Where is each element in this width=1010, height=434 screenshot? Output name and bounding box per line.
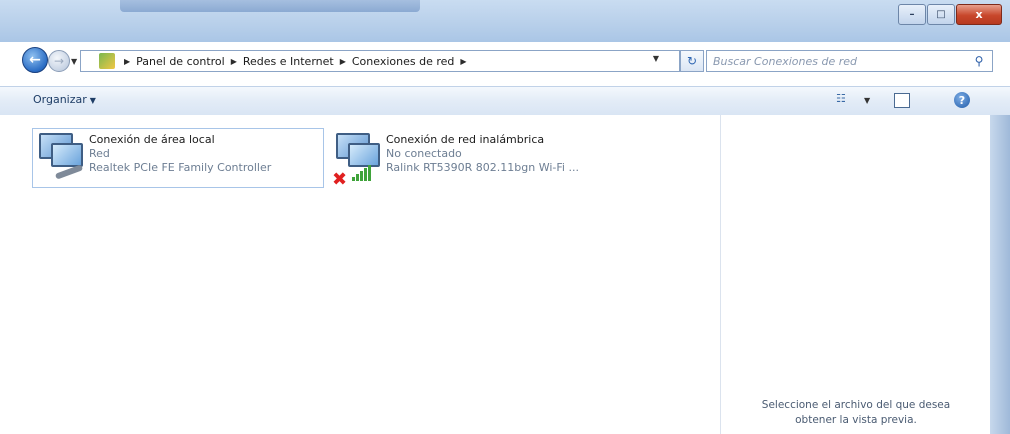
close-button[interactable]: x [956,4,1002,25]
address-dropdown[interactable]: ▼ [653,54,659,63]
title-bar: – □ x [0,0,1010,42]
address-bar[interactable]: ▶ Panel de control ▶ Redes e Internet ▶ … [80,50,680,72]
forward-button[interactable]: → [48,50,70,72]
breadcrumb: ▶ Panel de control ▶ Redes e Internet ▶ … [118,55,473,68]
connection-device: Realtek PCIe FE Family Controller [89,161,272,174]
navigation-row: ← → ▼ ▶ Panel de control ▶ Redes e Inter… [0,42,1010,73]
command-bar: Organizar ▼ ☷ ▼ ? [0,86,1010,116]
change-view-button[interactable]: ☷ [836,92,862,109]
wired-network-icon [33,129,89,185]
list-item[interactable]: Conexión de área local Red Realtek PCIe … [32,128,324,188]
forward-arrow-icon: → [53,54,65,68]
wireless-network-icon: ✖ [330,129,386,190]
recent-pages-dropdown[interactable]: ▼ [71,57,77,66]
breadcrumb-network-internet[interactable]: Redes e Internet [243,55,334,68]
chevron-right-icon[interactable]: ▶ [231,57,237,66]
chevron-right-icon[interactable]: ▶ [460,57,466,66]
maximize-button[interactable]: □ [927,4,955,25]
organize-label: Organizar [33,93,87,106]
search-input[interactable]: Buscar Conexiones de red ⚲ [706,50,993,72]
window-border [990,115,1010,434]
caption-buttons: – □ x [897,4,1002,25]
connection-status: Red [89,147,110,160]
preview-pane-button[interactable] [894,93,910,108]
minimize-icon: – [909,9,915,20]
preview-pane: Seleccione el archivo del que desea obte… [720,115,991,434]
refresh-icon: ↻ [686,54,698,68]
chevron-down-icon: ▼ [89,96,96,105]
breadcrumb-control-panel[interactable]: Panel de control [136,55,225,68]
chevron-right-icon[interactable]: ▶ [340,57,346,66]
connection-status: No conectado [386,147,462,160]
maximize-icon: □ [936,9,946,20]
background-window [120,0,420,12]
breadcrumb-network-connections[interactable]: Conexiones de red [352,55,455,68]
control-panel-icon [99,53,115,69]
signal-bars-icon [352,165,371,181]
refresh-button[interactable]: ↻ [680,50,704,72]
view-options-icon: ☷ [836,92,846,105]
disconnected-x-icon: ✖ [332,169,348,190]
explorer-window: – □ x ← → ▼ ▶ Panel de control ▶ Redes e… [0,0,1010,434]
back-arrow-icon: ← [29,52,41,68]
help-icon[interactable]: ? [954,92,970,108]
organize-button[interactable]: Organizar ▼ [33,93,96,106]
connection-name: Conexión de red inalámbrica [386,133,545,146]
search-icon[interactable]: ⚲ [972,54,986,68]
connection-device: Ralink RT5390R 802.11bgn Wi-Fi ... [386,161,579,174]
minimize-button[interactable]: – [898,4,926,25]
connection-name: Conexión de área local [89,133,215,146]
close-icon: x [975,8,983,21]
back-button[interactable]: ← [22,47,48,73]
preview-message: Seleccione el archivo del que desea obte… [761,399,951,426]
list-item[interactable]: ✖ Conexión de red inalámbrica No conecta… [330,129,630,190]
search-placeholder: Buscar Conexiones de red [713,54,857,68]
file-list[interactable]: Conexión de área local Red Realtek PCIe … [0,115,720,434]
chevron-right-icon[interactable]: ▶ [124,57,130,66]
view-dropdown[interactable]: ▼ [864,96,870,105]
